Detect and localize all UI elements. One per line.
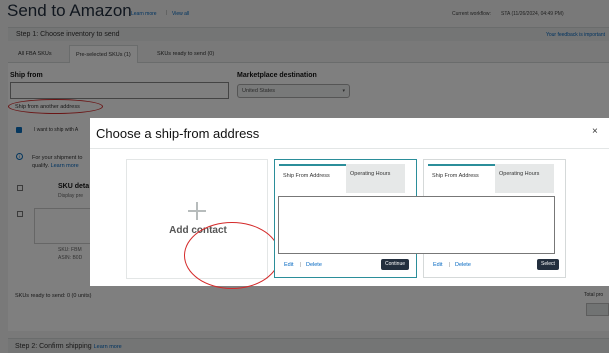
- address-details: [278, 196, 555, 254]
- tab-operating-hours[interactable]: Operating Hours: [495, 164, 554, 193]
- add-contact-label: Add contact: [169, 225, 227, 236]
- address-card: Ship From Address Operating Hours Edit |…: [274, 159, 555, 278]
- delete-link[interactable]: Delete: [455, 262, 471, 268]
- close-icon[interactable]: ×: [592, 127, 598, 137]
- ship-from-modal: Choose a ship-from address × Add contact…: [90, 118, 609, 289]
- tab-ship-from-address[interactable]: Ship From Address: [279, 164, 346, 193]
- tab-operating-hours[interactable]: Operating Hours: [346, 164, 405, 193]
- delete-link[interactable]: Delete: [306, 262, 322, 268]
- add-contact-card[interactable]: Add contact: [126, 159, 280, 289]
- plus-icon: [188, 202, 206, 220]
- link-separator: |: [449, 262, 451, 268]
- modal-divider: [90, 148, 609, 149]
- edit-link[interactable]: Edit: [284, 262, 293, 268]
- edit-link[interactable]: Edit: [433, 262, 442, 268]
- modal-title: Choose a ship-from address: [96, 126, 260, 141]
- continue-button[interactable]: Continue: [381, 259, 410, 270]
- select-button[interactable]: Select: [537, 259, 559, 270]
- link-separator: |: [300, 262, 302, 268]
- tab-ship-from-address[interactable]: Ship From Address: [428, 164, 495, 193]
